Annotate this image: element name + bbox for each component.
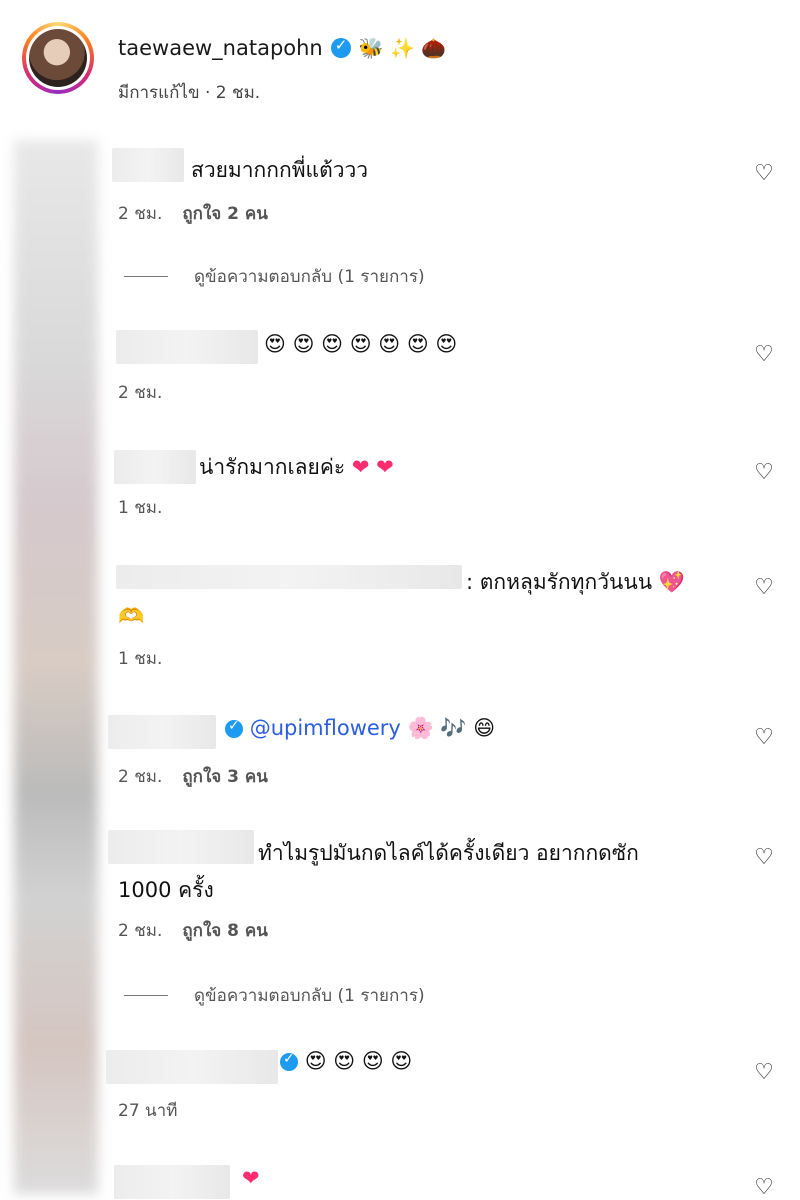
- comment-meta: 2 ชม. ถูกใจ 2 คน: [118, 204, 268, 224]
- verified-badge-icon: [280, 1051, 298, 1071]
- mention-link[interactable]: @upimflowery: [250, 716, 401, 740]
- heart-outline-icon[interactable]: ♡: [752, 576, 776, 600]
- comment-time: 1 ชม.: [118, 498, 163, 518]
- blurred-username: [116, 565, 462, 589]
- blurred-username: [116, 330, 258, 364]
- heart-outline-icon[interactable]: ♡: [752, 1176, 776, 1200]
- comment-emojis: ❤: [242, 1166, 260, 1190]
- comment-text-row: : ตกหลุมรักทุกวันนน 💖: [466, 570, 685, 594]
- comment-time: 27 นาที: [118, 1101, 178, 1121]
- blurred-username: [112, 148, 184, 182]
- comment-text: สวยมากกกพี่แต้ววว: [191, 158, 369, 182]
- view-replies-button[interactable]: ดูข้อความตอบกลับ (1 รายการ): [124, 263, 425, 290]
- comment-text-row: น่ารักมากเลยค่ะ ❤ ❤: [199, 455, 394, 479]
- blurred-username: [108, 715, 216, 749]
- blurred-username: [106, 1050, 278, 1084]
- heart-outline-icon[interactable]: ♡: [752, 162, 776, 186]
- comment-time: 1 ชม.: [118, 649, 163, 669]
- heart-outline-icon[interactable]: ♡: [752, 343, 776, 367]
- blurred-username: [108, 830, 254, 864]
- comment-meta: 2 ชม. ถูกใจ 8 คน: [118, 921, 268, 941]
- comment-likes[interactable]: ถูกใจ 3 คน: [182, 767, 268, 787]
- view-replies-button[interactable]: ดูข้อความตอบกลับ (1 รายการ): [124, 982, 425, 1009]
- verified-badge-icon: [330, 36, 351, 58]
- comment-time: 2 ชม.: [118, 383, 163, 403]
- heart-outline-icon[interactable]: ♡: [752, 1061, 776, 1085]
- comment-text: ทำไมรูปมันกดไลค์ได้ครั้งเดียว อยากกดซัก: [258, 841, 639, 865]
- comment-emoji: 🫶: [118, 604, 145, 628]
- comment-likes[interactable]: ถูกใจ 2 คน: [182, 204, 268, 224]
- comment-emojis-row: 😍 😍 😍 😍: [280, 1049, 412, 1073]
- blurred-username: [114, 450, 196, 484]
- post-author-row: taewaew_natapohn 🐝 ✨ 🌰: [118, 36, 446, 60]
- post-header-emojis: 🐝 ✨ 🌰: [358, 36, 447, 60]
- post-meta: มีการแก้ไข · 2 ชม.: [118, 83, 261, 103]
- heart-outline-icon[interactable]: ♡: [752, 846, 776, 870]
- comment-meta: 2 ชม. ถูกใจ 3 คน: [118, 767, 268, 787]
- comment-likes[interactable]: ถูกใจ 8 คน: [182, 921, 268, 941]
- post-author-avatar[interactable]: [22, 22, 94, 94]
- comment-text: 1000 ครั้ง: [118, 878, 214, 902]
- comment-mention-row: @upimflowery 🌸 🎶 😄: [225, 716, 495, 741]
- post-author-username[interactable]: taewaew_natapohn: [118, 36, 323, 60]
- heart-outline-icon[interactable]: ♡: [752, 726, 776, 750]
- verified-badge-icon: [225, 718, 243, 738]
- comment-emojis: 😍 😍 😍 😍 😍 😍 😍: [264, 332, 458, 356]
- heart-outline-icon[interactable]: ♡: [752, 461, 776, 485]
- comment-avatars-blurred: [14, 140, 98, 1194]
